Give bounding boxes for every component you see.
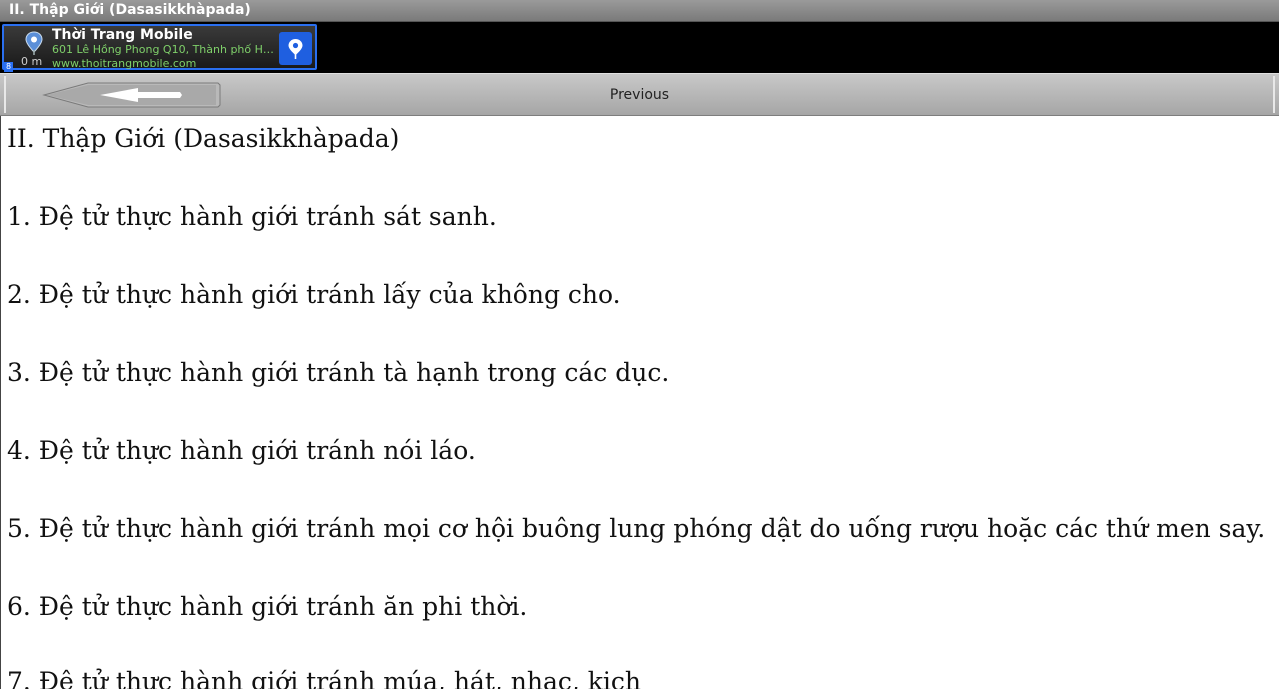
list-item: 7. Đệ tử thực hành giới tránh múa, hát, …	[7, 667, 642, 689]
list-item: 5. Đệ tử thực hành giới tránh mọi cơ hội…	[7, 514, 1266, 543]
ad-location-button[interactable]	[279, 32, 312, 65]
document-heading: II. Thập Giới (Dasasikkhàpada)	[7, 124, 400, 153]
ad-address: 601 Lê Hồng Phong Q10, Thành phố Hồ Chí …	[52, 43, 276, 56]
location-pin-icon	[288, 39, 303, 59]
list-item: 3. Đệ tử thực hành giới tránh tà hạnh tr…	[7, 358, 670, 387]
ad-business-name[interactable]: Thời Trang Mobile	[52, 27, 193, 43]
left-arrow-icon	[42, 82, 221, 108]
list-item: 2. Đệ tử thực hành giới tránh lấy của kh…	[7, 280, 621, 309]
ad-banner[interactable]: 0 m 8 Thời Trang Mobile 601 Lê Hồng Phon…	[0, 22, 1279, 73]
back-button[interactable]	[42, 82, 222, 108]
ad-distance: 0 m	[21, 55, 43, 68]
navigation-bar: Previous	[0, 73, 1279, 116]
ad-card[interactable]: 0 m 8 Thời Trang Mobile 601 Lê Hồng Phon…	[2, 24, 317, 72]
document-content: II. Thập Giới (Dasasikkhàpada) 1. Đệ tử …	[0, 116, 1279, 689]
list-item: 4. Đệ tử thực hành giới tránh nói láo.	[7, 436, 476, 465]
list-item: 1. Đệ tử thực hành giới tránh sát sanh.	[7, 202, 497, 231]
list-item: 6. Đệ tử thực hành giới tránh ăn phi thờ…	[7, 592, 528, 621]
ad-badge: 8	[4, 62, 13, 72]
previous-link[interactable]: Previous	[610, 87, 669, 103]
map-pin-icon	[24, 31, 44, 55]
ad-url-link[interactable]: www.thoitrangmobile.com	[52, 57, 196, 70]
window-title: II. Thập Giới (Dasasikkhàpada)	[0, 0, 1279, 22]
